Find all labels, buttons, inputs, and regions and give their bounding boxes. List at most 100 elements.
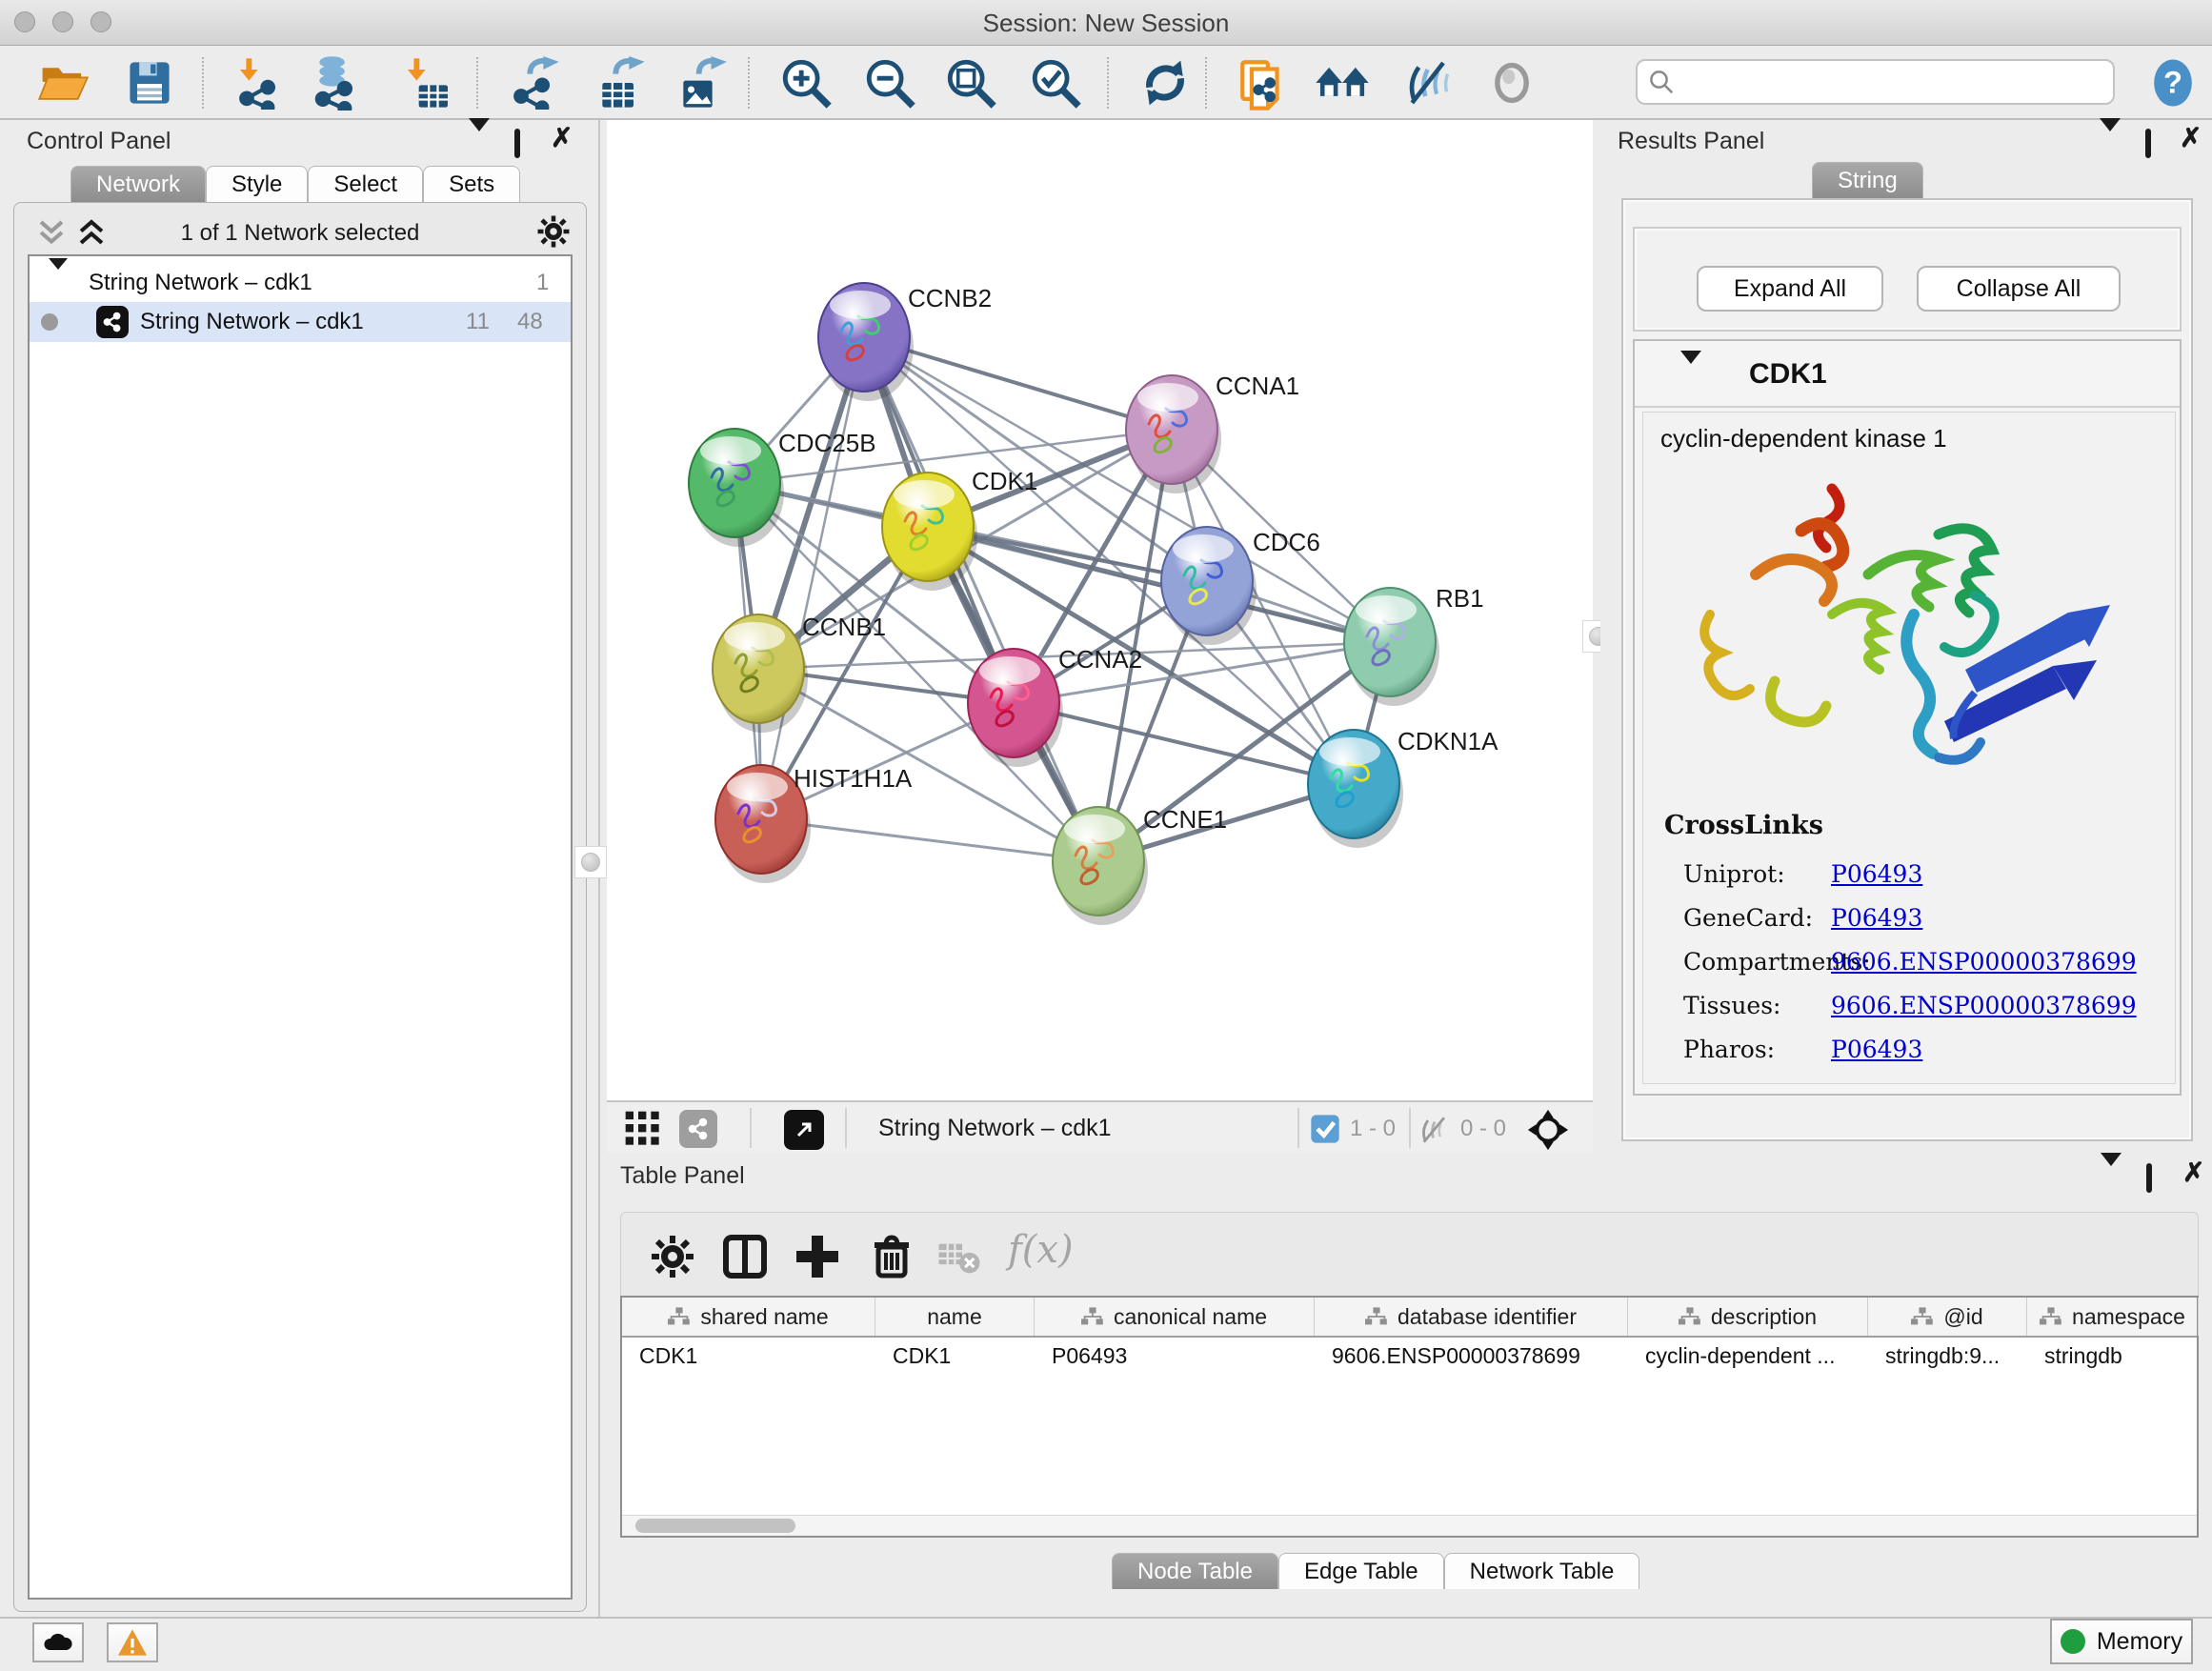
open-session-button[interactable] [33, 53, 92, 112]
table-row[interactable]: CDK1CDK1P064939606.ENSP00000378699cyclin… [622, 1338, 2197, 1374]
search-field[interactable] [1636, 59, 2115, 105]
birdseye-grid-icon[interactable] [624, 1110, 662, 1148]
show-columns-icon[interactable] [722, 1234, 768, 1279]
export-image-icon [674, 56, 728, 110]
column-header-database-identifier[interactable]: database identifier [1315, 1298, 1628, 1336]
cell-name[interactable]: CDK1 [875, 1338, 1035, 1374]
export-network-button[interactable] [505, 53, 564, 112]
close-panel-icon[interactable]: ✗ [551, 128, 573, 149]
control-panel-header: Control Panel ✗ [0, 120, 598, 160]
node-CCNE1[interactable] [1053, 807, 1148, 925]
tab-sets[interactable]: Sets [423, 166, 520, 202]
share-document-button[interactable] [1234, 53, 1293, 112]
close-panel-icon[interactable]: ✗ [2180, 128, 2202, 149]
save-session-button[interactable] [120, 53, 179, 112]
warning-button[interactable] [107, 1622, 158, 1662]
cell-canonical-name[interactable]: P06493 [1035, 1338, 1315, 1374]
export-image-button[interactable] [672, 53, 731, 112]
node-CCNA2[interactable] [968, 649, 1063, 767]
column-header--id[interactable]: @id [1868, 1298, 2027, 1336]
crosslink-link[interactable]: P06493 [1831, 1036, 1922, 1063]
zoom-fit-button[interactable] [941, 53, 1000, 112]
import-network-file-button[interactable] [231, 53, 290, 112]
left-divider-handle[interactable] [574, 846, 607, 878]
column-header-shared-name[interactable]: shared name [622, 1298, 875, 1336]
node-RB1[interactable] [1344, 588, 1439, 706]
maximize-panel-icon[interactable] [514, 129, 520, 158]
tab-node-table[interactable]: Node Table [1112, 1553, 1278, 1589]
show-eye-button[interactable] [1482, 53, 1541, 112]
network-collection-row[interactable]: String Network – cdk1 1 [30, 264, 571, 302]
cell--id[interactable]: stringdb:9... [1868, 1338, 2027, 1374]
tab-string[interactable]: String [1812, 162, 1923, 198]
node-CCNB1[interactable] [713, 614, 808, 733]
help-button[interactable]: ? [2143, 53, 2202, 112]
import-table-button[interactable] [398, 53, 457, 112]
node-CDC6[interactable] [1161, 527, 1257, 645]
gear-icon[interactable] [536, 214, 571, 249]
cloud-button[interactable] [32, 1622, 84, 1662]
close-panel-icon[interactable]: ✗ [2182, 1162, 2204, 1183]
import-network-database-button[interactable] [305, 53, 364, 112]
network-row-selected[interactable]: String Network – cdk1 11 48 [30, 302, 571, 342]
column-header-namespace[interactable]: namespace [2027, 1298, 2199, 1336]
node-CDC25B[interactable] [689, 429, 784, 547]
maximize-panel-icon[interactable] [2145, 129, 2151, 158]
column-header-canonical-name[interactable]: canonical name [1035, 1298, 1315, 1336]
gene-section-header[interactable]: CDK1 [1635, 341, 2180, 408]
column-label: @id [1943, 1304, 1982, 1330]
node-CCNB2[interactable] [818, 283, 914, 401]
search-input[interactable] [1676, 63, 2113, 101]
refresh-button[interactable] [1136, 53, 1195, 112]
collapse-all-button[interactable]: Collapse All [1917, 266, 2121, 312]
crosslink-link[interactable]: 9606.ENSP00000378699 [1831, 948, 2137, 976]
scrollbar-thumb[interactable] [635, 1519, 795, 1533]
selected-checkbox-icon[interactable] [1310, 1114, 1340, 1144]
open-in-window-icon[interactable] [784, 1110, 824, 1150]
node-table[interactable]: shared namenamecanonical namedatabase id… [620, 1296, 2199, 1538]
string-share-icon[interactable] [679, 1110, 717, 1148]
tab-select[interactable]: Select [308, 166, 423, 202]
node-CCNA1[interactable] [1126, 375, 1221, 493]
edge-CDK1-RB1[interactable] [928, 527, 1390, 642]
edge-CCNB2-HIST1H1A[interactable] [761, 337, 864, 819]
delete-column-trash-icon[interactable] [869, 1234, 915, 1279]
node-CDK1[interactable] [882, 473, 977, 591]
add-column-icon[interactable] [794, 1234, 840, 1279]
horizontal-scrollbar[interactable] [622, 1515, 2197, 1536]
float-panel-icon[interactable] [2100, 118, 2121, 155]
fit-content-crosshair-icon[interactable] [1526, 1108, 1570, 1152]
hide-selected-button[interactable] [1400, 53, 1459, 112]
cell-shared-name[interactable]: CDK1 [622, 1338, 875, 1374]
zoom-in-button[interactable] [776, 53, 835, 112]
table-settings-gear-icon[interactable] [650, 1234, 695, 1279]
float-panel-icon[interactable] [469, 118, 490, 155]
zoom-selected-button[interactable] [1026, 53, 1085, 112]
export-table-button[interactable] [591, 53, 650, 112]
node-CDKN1A[interactable] [1308, 730, 1403, 848]
cell-database-identifier[interactable]: 9606.ENSP00000378699 [1315, 1338, 1628, 1374]
memory-button[interactable]: Memory [2050, 1619, 2193, 1664]
string-network-graph[interactable]: CCNB2CCNA1CDC25BCDK1CDC6RB1CCNB1CCNA2CDK… [607, 120, 1593, 1100]
expand-all-button[interactable]: Expand All [1697, 266, 1883, 312]
edge-HIST1H1A-CCNE1[interactable] [761, 819, 1098, 861]
tab-network-table[interactable]: Network Table [1444, 1553, 1640, 1589]
tab-network[interactable]: Network [70, 166, 206, 202]
network-canvas[interactable]: CCNB2CCNA1CDC25BCDK1CDC6RB1CCNB1CCNA2CDK… [607, 120, 1593, 1100]
tree-expand-icon[interactable] [49, 258, 68, 295]
home-pages-button[interactable] [1313, 53, 1372, 112]
cell-description[interactable]: cyclin-dependent ... [1628, 1338, 1868, 1374]
zoom-out-button[interactable] [860, 53, 919, 112]
crosslink-link[interactable]: 9606.ENSP00000378699 [1831, 992, 2137, 1019]
maximize-panel-icon[interactable] [2146, 1163, 2152, 1193]
cell-namespace[interactable]: stringdb [2027, 1338, 2199, 1374]
tab-edge-table[interactable]: Edge Table [1278, 1553, 1444, 1589]
tab-style[interactable]: Style [206, 166, 308, 202]
help-icon: ? [2146, 56, 2200, 110]
column-header-name[interactable]: name [875, 1298, 1035, 1336]
crosslink-link[interactable]: P06493 [1831, 904, 1922, 932]
section-collapse-icon[interactable] [1680, 351, 1701, 380]
float-panel-icon[interactable] [2101, 1153, 2122, 1190]
column-header-description[interactable]: description [1628, 1298, 1868, 1336]
crosslink-link[interactable]: P06493 [1831, 860, 1922, 888]
